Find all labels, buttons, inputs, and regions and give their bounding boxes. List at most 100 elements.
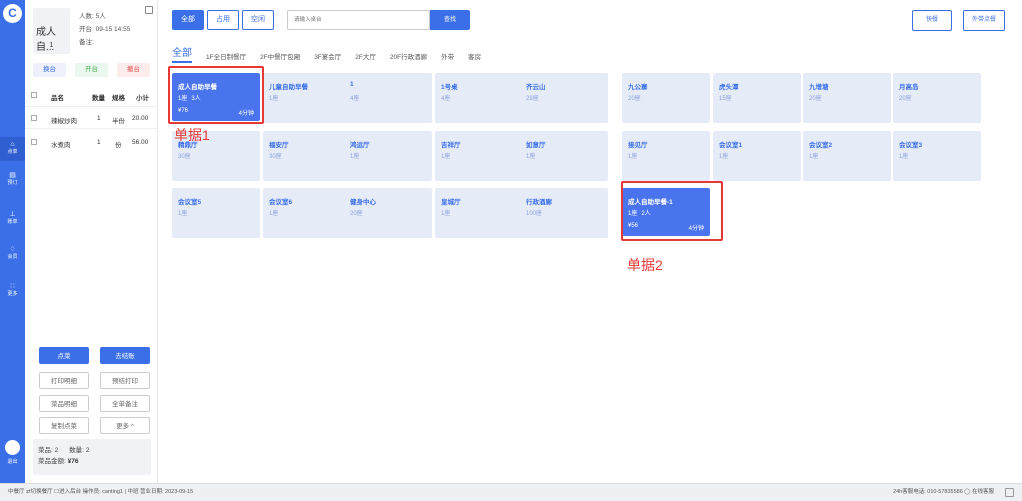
- takeout-button[interactable]: 外带点餐: [963, 10, 1005, 31]
- nav-item-bill[interactable]: ⊥ 账单: [0, 211, 25, 225]
- change-table-button[interactable]: 换台: [33, 63, 66, 77]
- logout-button[interactable]: 退出: [0, 458, 25, 465]
- area-tab-takeout[interactable]: 外带: [441, 53, 454, 63]
- logo-icon: C: [3, 4, 22, 23]
- order-item-qty: 1: [97, 139, 101, 146]
- table-card[interactable]: 1号桌 4座: [435, 73, 523, 123]
- table-card[interactable]: 月高岛 20座: [893, 73, 981, 123]
- table-card[interactable]: 虎头潭 15座: [713, 73, 801, 123]
- copy-order-button[interactable]: 复制点菜: [39, 417, 89, 434]
- table-card[interactable]: 会议室6 1座: [263, 188, 351, 238]
- table-card[interactable]: 九增塘 20座: [803, 73, 891, 123]
- avatar[interactable]: [5, 440, 20, 455]
- table-search-input[interactable]: [287, 10, 430, 30]
- table-card[interactable]: 行政酒廊 100座: [520, 188, 608, 238]
- tab-all[interactable]: 全部: [172, 10, 204, 30]
- table-name: 鸿运厅: [350, 142, 370, 149]
- item-checkbox[interactable]: [31, 115, 37, 121]
- table-seats: 20座: [350, 211, 363, 217]
- table-card[interactable]: 会议室3 1座: [893, 131, 981, 181]
- divider: [25, 128, 158, 129]
- scan-icon[interactable]: [1005, 488, 1014, 497]
- table-card[interactable]: 会议室2 1座: [803, 131, 891, 181]
- pre-print-button[interactable]: 预结打印: [100, 372, 150, 389]
- table-card[interactable]: 接见厅 1座: [622, 131, 710, 181]
- table-seats: 20座: [628, 96, 641, 102]
- item-checkbox[interactable]: [31, 139, 37, 145]
- nav-item-more[interactable]: ∷ 更多: [0, 283, 25, 297]
- table-name: 如意厅: [526, 142, 546, 149]
- area-tab-2f-hall[interactable]: 2F大厅: [355, 53, 376, 63]
- order-item-unit: 份: [115, 142, 122, 149]
- order-item-name[interactable]: 水煮肉: [51, 139, 71, 149]
- nav-item-reserve[interactable]: ▤ 预订: [0, 172, 25, 186]
- edit-icon[interactable]: [145, 6, 153, 14]
- table-seats: 20座: [809, 96, 822, 102]
- col-header-name: 品名: [51, 95, 64, 102]
- order-note: 备注:: [79, 39, 94, 46]
- footer-support[interactable]: 24h客服电话: 010-57835586 ◯ 在线客服: [893, 484, 994, 501]
- search-button[interactable]: 查找: [430, 10, 470, 30]
- table-card[interactable]: 皇城厅 1座: [435, 188, 523, 238]
- table-card[interactable]: 齐云山 28座: [520, 73, 608, 123]
- table-name: 会议室6: [269, 199, 293, 206]
- bill-icon: ⊥: [9, 211, 16, 218]
- area-tab-3f[interactable]: 3F宴会厅: [314, 53, 341, 63]
- annotation-1: 单据1: [174, 127, 210, 143]
- status-bar: 中餐厅 ⇄切换餐厅 ☐进入后台 操作员: canting1 | 中班 营业日期:…: [0, 483, 1022, 501]
- print-detail-button[interactable]: 打印明细: [39, 372, 89, 389]
- table-seats: 28座: [526, 96, 539, 102]
- table-card[interactable]: 1 4座: [344, 73, 432, 123]
- table-seats: 1座: [441, 211, 451, 217]
- table-name: 1: [350, 81, 354, 88]
- left-nav: C ⌂ 点单 ▤ 预订 ⊥ 账单 ♢ 会员 ∷ 更多 退出: [0, 0, 25, 483]
- table-seats: 1座: [719, 154, 729, 160]
- amount-value: ¥76: [67, 458, 79, 465]
- area-tabs: 全部 1F全日制餐厅 2F中餐厅包厢 3F宴会厅 2F大厅 20F行政酒廊 外带…: [172, 48, 495, 63]
- order-item-name[interactable]: 辣椒炒肉: [51, 115, 77, 125]
- current-table-box: 成人自... 1: [33, 8, 70, 54]
- area-tab-2f-room[interactable]: 2F中餐厅包厢: [260, 53, 300, 63]
- table-card[interactable]: 鸿运厅 1座: [344, 131, 432, 181]
- tab-free[interactable]: 空闲: [242, 10, 274, 30]
- table-card[interactable]: 会议室1 1座: [713, 131, 801, 181]
- member-icon: ♢: [9, 246, 16, 253]
- table-seats: 30座: [269, 154, 282, 160]
- all-note-button[interactable]: 全单备注: [100, 395, 150, 412]
- tab-occupied[interactable]: 占用: [207, 10, 239, 30]
- table-seats: 15座: [719, 96, 732, 102]
- current-table-number: 1: [49, 42, 54, 49]
- order-item-subtotal: 20.00: [132, 115, 149, 122]
- table-seats: 1座: [269, 96, 279, 102]
- select-all-checkbox[interactable]: [31, 92, 37, 98]
- table-card[interactable]: 会议室5 1座: [172, 188, 260, 238]
- table-card[interactable]: 九公寨 20座: [622, 73, 710, 123]
- table-card[interactable]: 儿童自助早餐 1座: [263, 73, 351, 123]
- table-name: 虎头潭: [719, 84, 739, 91]
- table-seats: 1座: [178, 211, 188, 217]
- area-tab-20f[interactable]: 20F行政酒廊: [390, 53, 427, 63]
- table-name: 齐云山: [526, 84, 546, 91]
- order-item-subtotal: 56.00: [132, 139, 149, 146]
- order-dish-button[interactable]: 点菜: [39, 347, 89, 364]
- area-tab-guestroom[interactable]: 客房: [468, 53, 481, 63]
- table-card[interactable]: 福安厅 30座: [263, 131, 351, 181]
- table-card[interactable]: 健身中心 20座: [344, 188, 432, 238]
- nav-item-order[interactable]: ⌂ 点单: [0, 137, 25, 161]
- table-seats: 30座: [178, 154, 191, 160]
- checkout-button[interactable]: 去结账: [100, 347, 150, 364]
- dish-count: 菜品: 2: [38, 447, 59, 454]
- quick-order-button[interactable]: 快餐: [912, 10, 952, 31]
- nav-item-member[interactable]: ♢ 会员: [0, 246, 25, 260]
- dish-detail-button[interactable]: 菜品明细: [39, 395, 89, 412]
- table-card[interactable]: 吉祥厅 1座: [435, 131, 523, 181]
- open-table-button[interactable]: 开台: [75, 63, 108, 77]
- area-tab-1f[interactable]: 1F全日制餐厅: [206, 53, 246, 63]
- more-button[interactable]: 更多 ^: [100, 417, 150, 434]
- more-icon: ∷: [10, 283, 15, 290]
- annotation-2: 单据2: [627, 257, 663, 273]
- table-card[interactable]: 如意厅 1座: [520, 131, 608, 181]
- cancel-table-button[interactable]: 撤台: [117, 63, 150, 77]
- divider: [25, 106, 158, 107]
- area-tab-all[interactable]: 全部: [172, 48, 192, 63]
